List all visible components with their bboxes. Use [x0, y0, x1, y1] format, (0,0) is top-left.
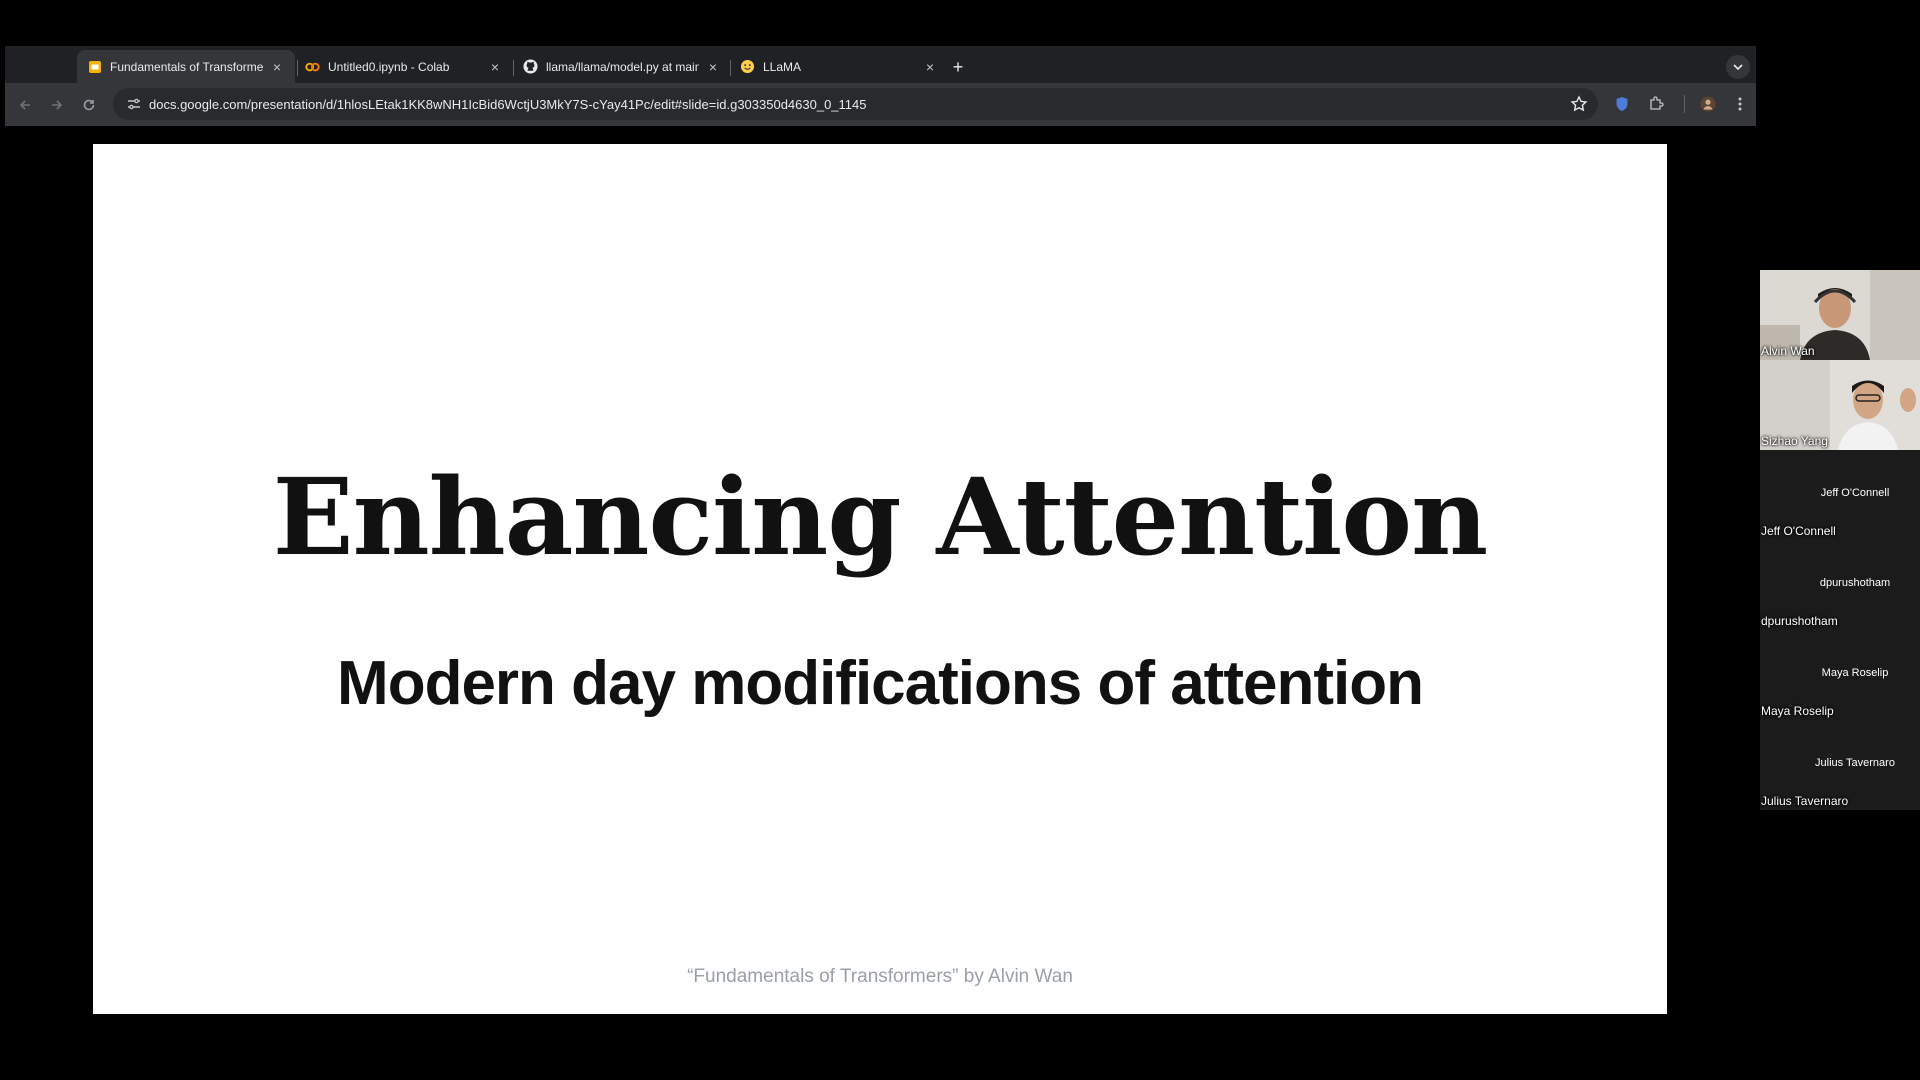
tab-search-button[interactable]: [1726, 55, 1750, 79]
slide-subtitle: Modern day modifications of attention: [337, 649, 1424, 718]
tab-title: llama/llama/model.py at main: [546, 59, 699, 74]
tab-strip: Fundamentals of Transformers × Untitled0…: [5, 46, 1756, 83]
tab-title: LLaMA: [763, 59, 802, 74]
github-icon: [523, 59, 538, 74]
reload-icon: [83, 99, 95, 110]
extension-shield-button[interactable]: [1609, 91, 1635, 117]
participant-tile[interactable]: Jeff O'Connell Jeff O'Connell: [1760, 450, 1920, 540]
participant-tile[interactable]: Julius Tavernaro Julius Tavernaro: [1760, 720, 1920, 810]
tab-title: Fundamentals of Transformers: [110, 59, 263, 74]
tab-llama[interactable]: LLaMA ×: [730, 50, 948, 83]
participant-tile[interactable]: Alvin Wan: [1760, 270, 1920, 360]
reload-button[interactable]: [75, 91, 103, 119]
close-icon[interactable]: ×: [487, 59, 503, 75]
participant-name: Jeff O'Connell: [1761, 524, 1836, 538]
google-slides-icon: [87, 59, 102, 74]
toolbar-divider: [1684, 95, 1685, 113]
slide-footer: “Fundamentals of Transformers” by Alvin …: [687, 966, 1073, 987]
forward-arrow-icon: [52, 99, 63, 110]
participants-panel: Alvin Wan Sizhao Yang Jeff O'Connell Jef…: [1760, 270, 1920, 810]
participant-name: dpurushotham: [1761, 614, 1838, 628]
address-bar[interactable]: docs.google.com/presentation/d/1hlosLEta…: [113, 88, 1598, 120]
site-settings-icon[interactable]: [119, 89, 149, 119]
kebab-menu-icon: [1738, 97, 1742, 111]
avatar-icon: [1700, 96, 1716, 112]
forward-button[interactable]: [43, 91, 71, 119]
participant-name: Julius Tavernaro: [1761, 794, 1849, 808]
screen: Fundamentals of Transformers × Untitled0…: [0, 0, 1920, 1080]
profile-button[interactable]: [1695, 91, 1721, 117]
tab-slides[interactable]: Fundamentals of Transformers ×: [77, 50, 295, 83]
participant-tile[interactable]: dpurushotham dpurushotham: [1760, 540, 1920, 630]
presentation-slide: Enhancing Attention Modern day modificat…: [93, 144, 1667, 1014]
participant-label: Maya Roselip: [1821, 667, 1889, 679]
tab-github[interactable]: llama/llama/model.py at main ×: [513, 50, 731, 83]
tab-title: Untitled0.ipynb - Colab: [328, 59, 450, 74]
participant-label: Julius Tavernaro: [1815, 757, 1895, 769]
participant-label: dpurushotham: [1819, 577, 1891, 589]
close-icon[interactable]: ×: [705, 59, 721, 75]
slide-title: Enhancing Attention: [272, 454, 1488, 579]
toolbar: docs.google.com/presentation/d/1hlosLEta…: [5, 83, 1756, 126]
participant-name: Alvin Wan: [1761, 344, 1815, 358]
url-text[interactable]: docs.google.com/presentation/d/1hlosLEta…: [149, 97, 867, 112]
participant-name: Maya Roselip: [1761, 704, 1834, 718]
tab-colab[interactable]: Untitled0.ipynb - Colab ×: [295, 50, 513, 83]
browser-window: Fundamentals of Transformers × Untitled0…: [5, 46, 1756, 126]
back-arrow-icon: [19, 99, 30, 110]
participant-tile[interactable]: Maya Roselip Maya Roselip: [1760, 630, 1920, 720]
menu-button[interactable]: [1727, 91, 1753, 117]
participant-tile[interactable]: Sizhao Yang: [1760, 360, 1920, 450]
puzzle-icon: [1650, 96, 1664, 110]
shield-icon: [1616, 97, 1628, 111]
close-icon[interactable]: ×: [922, 59, 938, 75]
extensions-button[interactable]: [1643, 91, 1669, 117]
participant-name: Sizhao Yang: [1761, 434, 1828, 448]
hugging-face-icon: [740, 59, 755, 74]
close-icon[interactable]: ×: [269, 59, 285, 75]
back-button[interactable]: [11, 91, 39, 119]
participant-label: Jeff O'Connell: [1820, 487, 1890, 499]
colab-icon: [305, 59, 320, 74]
bookmark-star-icon[interactable]: [1570, 95, 1588, 113]
new-tab-button[interactable]: +: [946, 56, 970, 80]
chevron-down-icon: [1733, 64, 1743, 70]
